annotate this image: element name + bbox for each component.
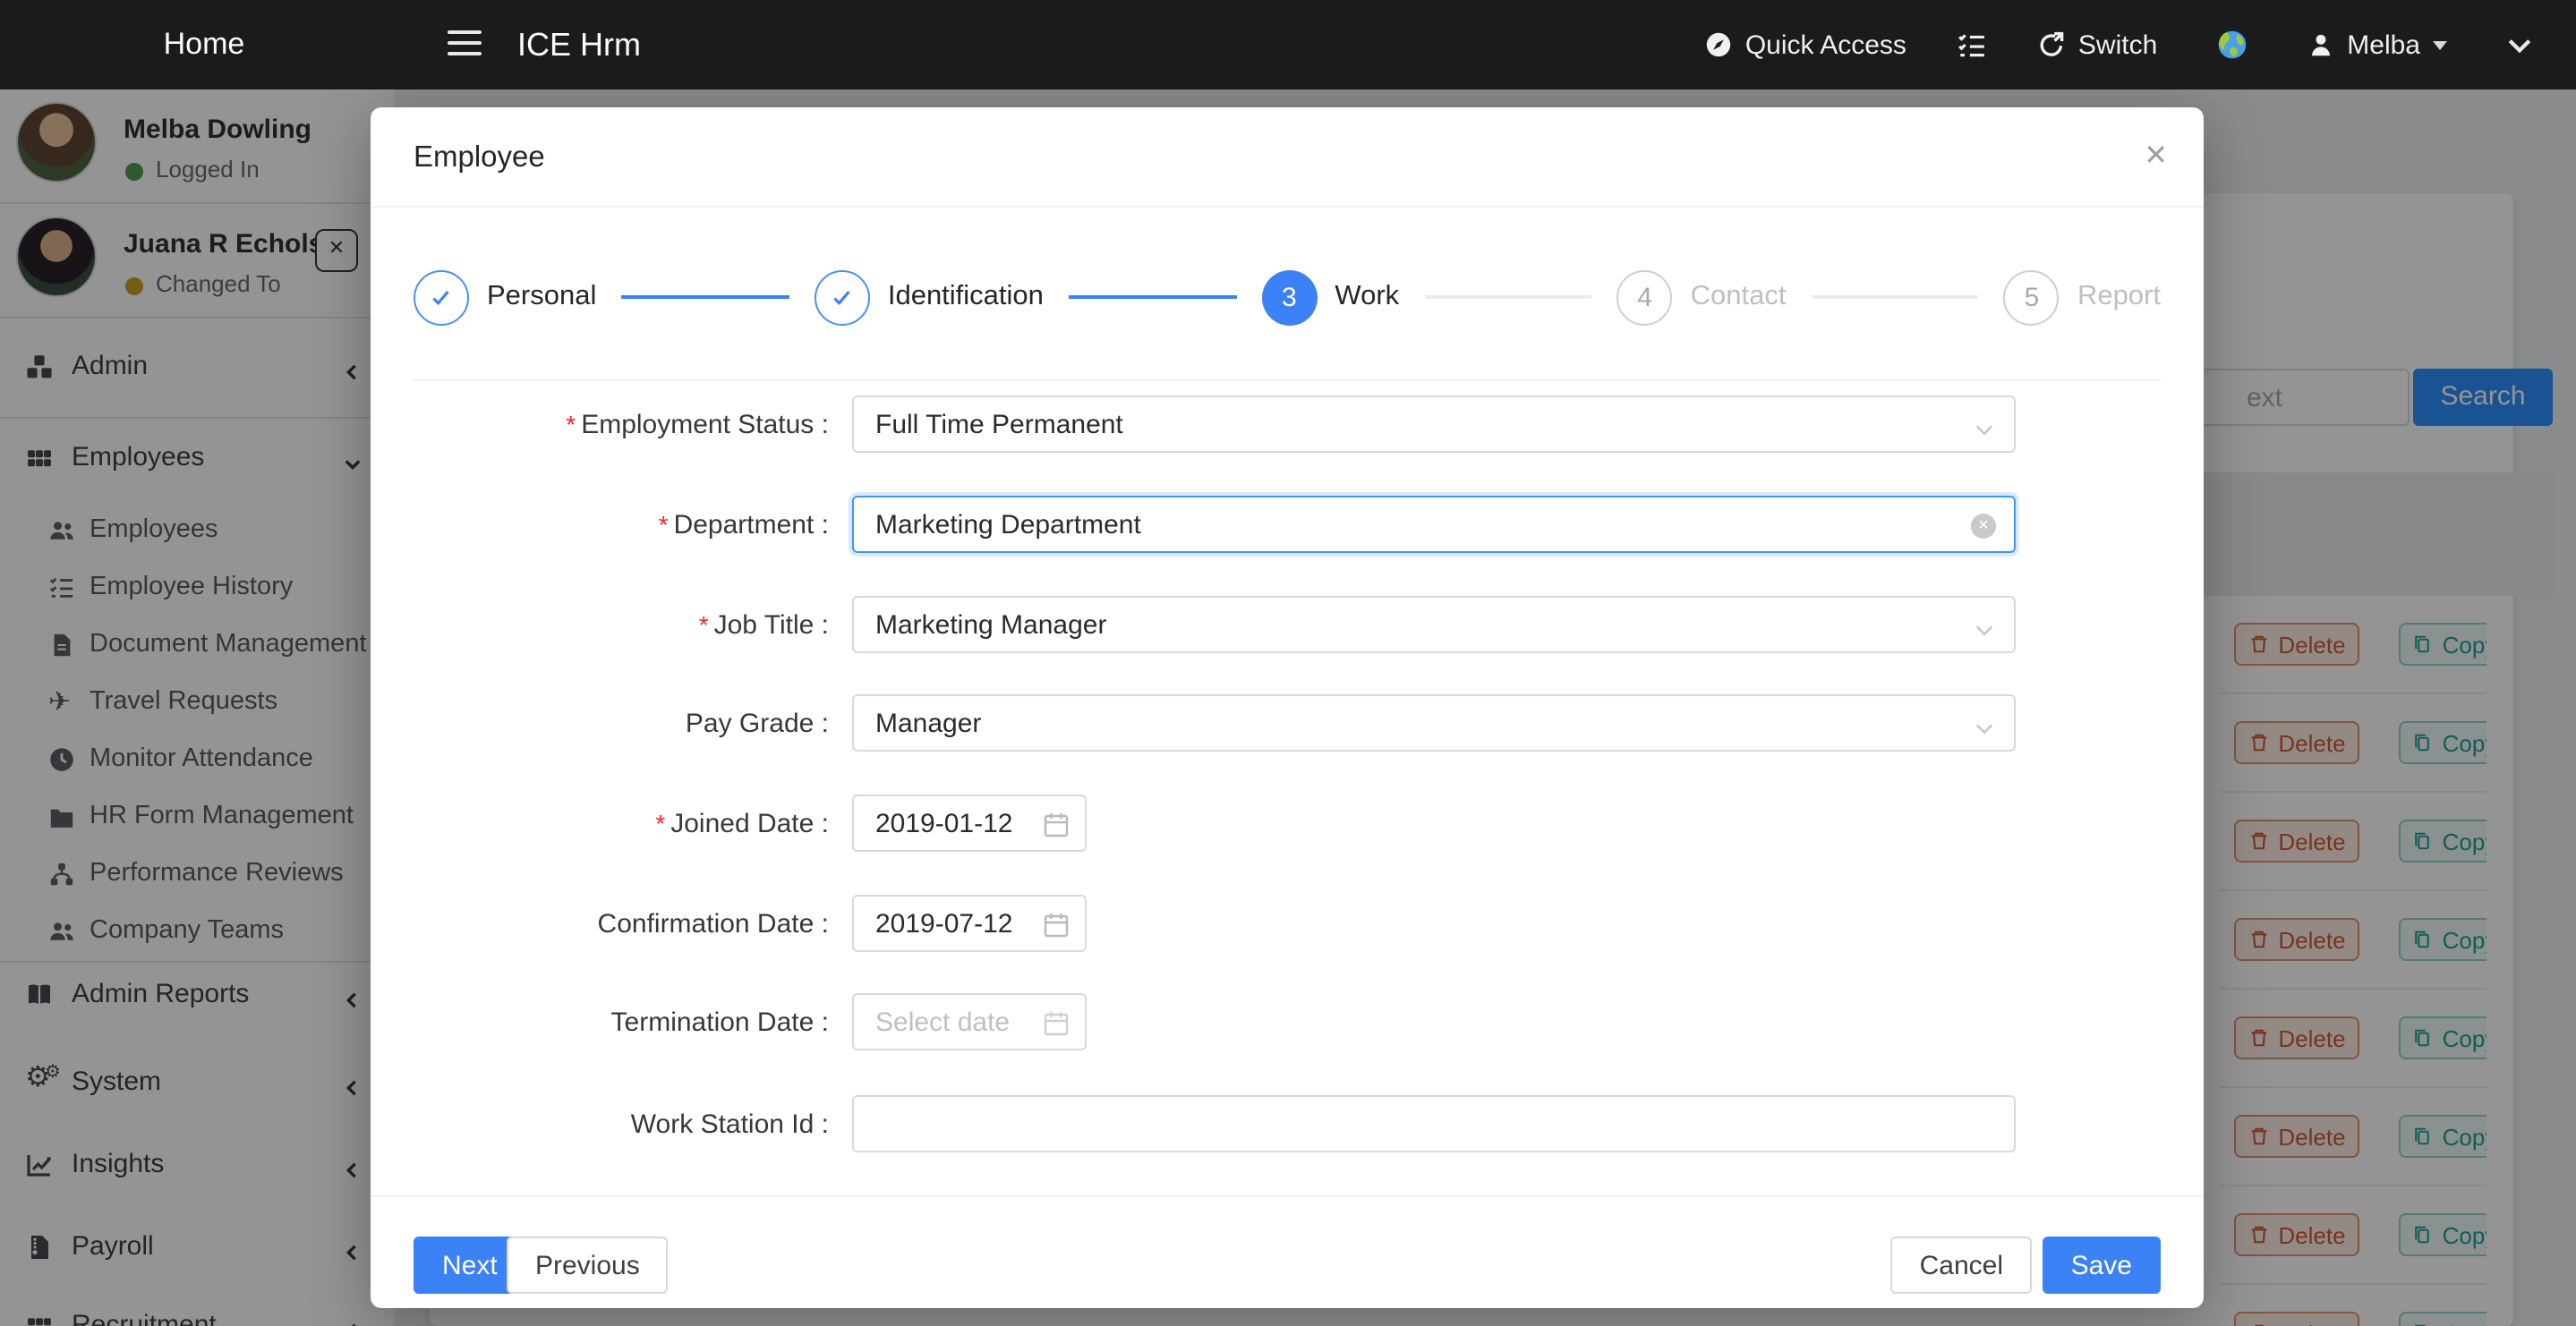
user-label: Melba bbox=[2347, 30, 2420, 60]
calendar-icon bbox=[1042, 911, 1070, 939]
step-personal[interactable]: Personal bbox=[414, 269, 596, 325]
step-number: 5 bbox=[2004, 269, 2060, 325]
employment-status-select[interactable]: Full Time Permanent bbox=[852, 395, 2016, 453]
form-row-termination-date: Termination Date : Select date bbox=[371, 993, 2204, 1050]
collapse-navbar-button[interactable] bbox=[2506, 31, 2533, 58]
quick-access-label: Quick Access bbox=[1745, 30, 1906, 60]
chevron-down-icon bbox=[1975, 716, 1994, 746]
job-title-select[interactable]: Marketing Manager bbox=[852, 596, 2016, 653]
form-row-department: *Department : Marketing Department ✕ bbox=[371, 496, 2204, 553]
select-value: Full Time Permanent bbox=[875, 409, 1123, 439]
step-identification[interactable]: Identification bbox=[815, 269, 1044, 325]
globe-icon bbox=[2216, 29, 2248, 61]
form-row-confirmation-date: Confirmation Date : 2019-07-12 bbox=[371, 895, 2204, 952]
form-row-employment-status: *Employment Status : Full Time Permanent bbox=[371, 395, 2204, 453]
pay-grade-select[interactable]: Manager bbox=[852, 694, 2016, 752]
step-label: Contact bbox=[1691, 281, 1787, 313]
form-row-work-station-id: Work Station Id : bbox=[371, 1095, 2204, 1152]
step-report[interactable]: 5 Report bbox=[2004, 269, 2161, 325]
field-label: Termination Date : bbox=[371, 993, 829, 1052]
switch-label: Switch bbox=[2078, 30, 2157, 60]
hamburger-icon[interactable] bbox=[448, 30, 482, 59]
chevron-down-icon bbox=[1975, 417, 1994, 447]
select-value: Marketing Manager bbox=[875, 609, 1106, 640]
step-number: 4 bbox=[1617, 269, 1673, 325]
switch-icon bbox=[2037, 30, 2066, 59]
select-value: Manager bbox=[875, 708, 981, 738]
cancel-button[interactable]: Cancel bbox=[1891, 1237, 2032, 1294]
field-label: Confirmation Date : bbox=[371, 895, 829, 954]
step-label: Work bbox=[1335, 281, 1399, 313]
work-station-id-input[interactable] bbox=[852, 1095, 2016, 1152]
required-asterisk: * bbox=[566, 410, 576, 438]
step-label: Personal bbox=[487, 281, 596, 313]
language-globe-button[interactable] bbox=[2216, 29, 2248, 61]
close-icon[interactable]: ✕ bbox=[2144, 140, 2168, 175]
form-row-pay-grade: Pay Grade : Manager bbox=[371, 694, 2204, 752]
department-select[interactable]: Marketing Department ✕ bbox=[852, 496, 2016, 553]
date-placeholder: Select date bbox=[875, 1007, 1010, 1037]
top-navbar: Home ICE Hrm Quick Access Switch bbox=[0, 0, 2576, 89]
step-label: Identification bbox=[888, 281, 1044, 313]
required-asterisk: * bbox=[655, 809, 665, 837]
step-connector bbox=[1069, 295, 1236, 298]
chevron-down-icon bbox=[1975, 617, 1994, 648]
step-work[interactable]: 3 Work bbox=[1261, 269, 1399, 325]
step-connector bbox=[1424, 295, 1591, 298]
home-link[interactable]: Home bbox=[0, 0, 408, 89]
chevron-down-icon bbox=[2506, 31, 2533, 58]
field-label: *Job Title : bbox=[371, 596, 829, 655]
switch-button[interactable]: Switch bbox=[2037, 30, 2157, 60]
step-label: Report bbox=[2077, 281, 2161, 313]
checklist-icon bbox=[1957, 30, 1987, 60]
field-label: *Employment Status : bbox=[371, 395, 829, 455]
divider bbox=[414, 379, 2161, 381]
field-label: *Joined Date : bbox=[371, 795, 829, 854]
confirmation-date-input[interactable]: 2019-07-12 bbox=[852, 895, 1087, 952]
date-value: 2019-07-12 bbox=[875, 908, 1012, 939]
modal-title: Employee bbox=[414, 107, 545, 208]
clear-icon[interactable]: ✕ bbox=[1971, 514, 1996, 539]
calendar-icon bbox=[1042, 1009, 1070, 1038]
calendar-icon bbox=[1042, 811, 1070, 839]
select-value: Marketing Department bbox=[875, 509, 1141, 540]
step-check-icon bbox=[815, 269, 870, 325]
required-asterisk: * bbox=[659, 510, 669, 539]
save-button[interactable]: Save bbox=[2043, 1237, 2161, 1294]
field-label: *Department : bbox=[371, 496, 829, 555]
field-label: Pay Grade : bbox=[371, 694, 829, 753]
previous-button[interactable]: Previous bbox=[507, 1237, 669, 1294]
compass-icon bbox=[1704, 30, 1733, 59]
step-connector bbox=[1811, 295, 1978, 298]
termination-date-input[interactable]: Select date bbox=[852, 993, 1087, 1050]
navbar-right-cluster: Quick Access Switch bbox=[1704, 0, 2533, 89]
wizard-steps: Personal Identification 3 Work 4 Contact bbox=[414, 268, 2161, 326]
form-row-job-title: *Job Title : Marketing Manager bbox=[371, 596, 2204, 653]
date-value: 2019-01-12 bbox=[875, 808, 1012, 838]
todo-list-button[interactable] bbox=[1957, 30, 1987, 60]
user-menu[interactable]: Melba bbox=[2307, 30, 2447, 60]
required-asterisk: * bbox=[699, 610, 709, 639]
step-number: 3 bbox=[1261, 269, 1317, 325]
person-icon bbox=[2307, 31, 2334, 58]
field-label: Work Station Id : bbox=[371, 1095, 829, 1154]
employee-modal: Employee ✕ Personal Identification 3 Wo bbox=[371, 107, 2204, 1308]
step-check-icon bbox=[414, 269, 469, 325]
quick-access-button[interactable]: Quick Access bbox=[1704, 30, 1906, 60]
modal-header: Employee ✕ bbox=[371, 107, 2204, 208]
divider bbox=[371, 1195, 2204, 1197]
step-connector bbox=[621, 295, 789, 298]
form-row-joined-date: *Joined Date : 2019-01-12 bbox=[371, 795, 2204, 852]
caret-down-icon bbox=[2433, 40, 2447, 49]
app-root: Home ICE Hrm Quick Access Switch bbox=[0, 0, 2576, 1326]
step-contact[interactable]: 4 Contact bbox=[1617, 269, 1787, 325]
joined-date-input[interactable]: 2019-01-12 bbox=[852, 795, 1087, 852]
app-title[interactable]: ICE Hrm bbox=[517, 0, 641, 89]
